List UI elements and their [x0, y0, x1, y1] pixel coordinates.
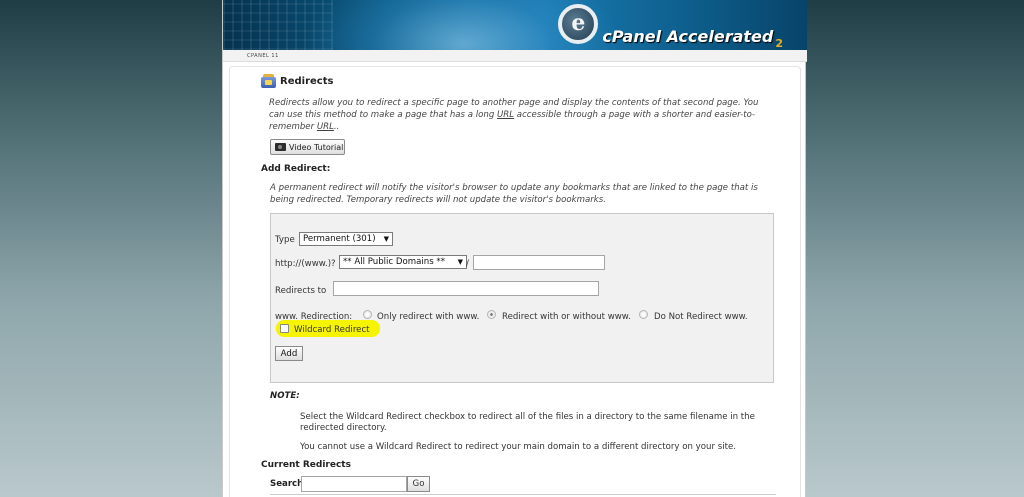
radio-with-or-without-www-label: Redirect with or without www.: [502, 312, 631, 322]
domain-select-value: ** All Public Domains **: [343, 257, 446, 267]
search-input[interactable]: [301, 476, 407, 492]
table-divider: [270, 494, 776, 495]
url-abbr-1: URL: [497, 110, 515, 120]
add-redirect-description: A permanent redirect will notify the vis…: [270, 183, 758, 205]
dropdown-arrow-icon: ▼: [457, 258, 463, 266]
search-label: Search: [270, 479, 304, 489]
cpanel-logo-icon: e: [558, 4, 599, 44]
wildcard-redirect-checkbox[interactable]: [280, 324, 289, 333]
breadcrumb-bar: CPANEL 11: [223, 50, 807, 62]
wildcard-redirect-label: Wildcard Redirect: [294, 325, 370, 335]
video-tutorial-button[interactable]: Video Tutorial: [270, 139, 345, 155]
brand-logo: e cPanel Accelerated 2: [558, 4, 783, 50]
radio-do-not-redirect-www[interactable]: [639, 310, 648, 319]
add-button[interactable]: Add: [275, 346, 303, 361]
brand-main: Accelerated: [666, 27, 774, 46]
redirects-to-label: Redirects to: [275, 286, 327, 296]
url-abbr-2: URL: [316, 122, 334, 132]
radio-with-or-without-www[interactable]: [487, 310, 496, 319]
go-button[interactable]: Go: [407, 476, 430, 492]
page-container: e cPanel Accelerated 2 CPANEL 11 Redirec…: [222, 0, 807, 497]
redirects-to-input[interactable]: [333, 281, 599, 296]
page-title-row: Redirects: [261, 74, 333, 88]
camera-icon: [275, 143, 286, 151]
current-redirects-heading: Current Redirects: [261, 460, 351, 470]
brand-version: 2: [775, 37, 783, 50]
video-tutorial-label: Video Tutorial: [289, 142, 344, 152]
url-prefix-label: http://(www.)?: [275, 259, 336, 269]
note-main-domain-text: You cannot use a Wildcard Redirect to re…: [300, 442, 736, 452]
radio-do-not-redirect-www-label: Do Not Redirect www.: [654, 312, 748, 322]
intro-text: Redirects allow you to redirect a specif…: [269, 97, 769, 133]
type-select[interactable]: Permanent (301) ▼: [299, 232, 393, 246]
note-wildcard-text: Select the Wildcard Redirect checkbox to…: [300, 412, 755, 433]
domain-select[interactable]: ** All Public Domains ** ▼: [339, 255, 467, 269]
breadcrumb[interactable]: CPANEL 11: [247, 53, 279, 59]
intro-part-3: ..: [333, 122, 340, 132]
radio-only-www-label: Only redirect with www.: [377, 312, 480, 322]
redirects-icon: [261, 74, 276, 88]
dropdown-arrow-icon: ▼: [383, 235, 389, 243]
type-label: Type: [275, 235, 295, 245]
type-select-value: Permanent (301): [303, 234, 376, 244]
radio-only-www[interactable]: [363, 310, 372, 319]
add-redirect-heading: Add Redirect:: [261, 164, 331, 174]
header-banner: e cPanel Accelerated 2: [223, 0, 807, 50]
path-input[interactable]: [473, 255, 605, 270]
note-heading: NOTE:: [270, 391, 300, 401]
brand-prefix: cPanel: [602, 27, 662, 46]
path-slash: /: [466, 259, 469, 269]
page-title: Redirects: [280, 75, 334, 87]
